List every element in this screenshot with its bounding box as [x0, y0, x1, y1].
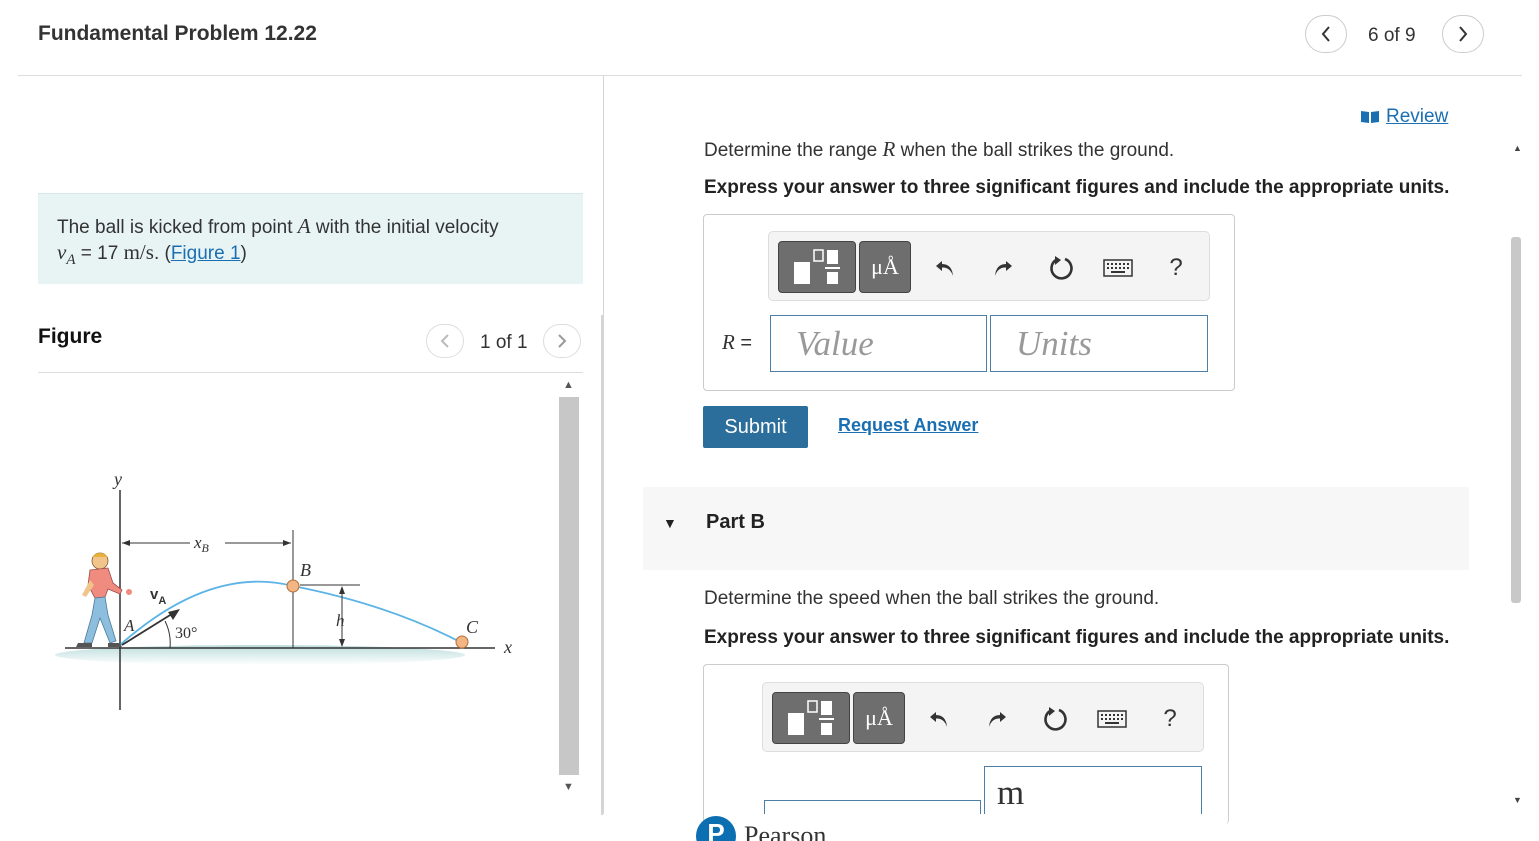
value-input[interactable]: Value	[770, 315, 987, 372]
undo-icon[interactable]	[921, 701, 957, 737]
angle-arc	[164, 620, 171, 649]
book-icon	[1361, 111, 1379, 123]
velocity-label: vA	[150, 586, 166, 607]
figure-prev-button[interactable]	[426, 324, 464, 358]
reset-icon[interactable]	[1043, 250, 1079, 286]
intro-text: The ball is kicked from point	[57, 217, 293, 238]
part-b-value-input[interactable]	[764, 800, 981, 814]
velocity-subscript: A	[66, 251, 76, 268]
figure-scrollbar[interactable]: ▲ ▼	[558, 375, 580, 803]
angle-label: 30°	[175, 625, 197, 642]
templates-button[interactable]	[772, 692, 850, 744]
xb-arrow-left	[122, 540, 130, 546]
templates-button[interactable]	[778, 241, 856, 293]
velocity-unit: m/s	[123, 240, 154, 264]
pearson-logo: P	[696, 816, 736, 841]
pearson-footer: P Pearson	[696, 814, 896, 841]
point-c-label: C	[466, 617, 479, 637]
y-axis-label: y	[112, 469, 122, 489]
part-a-instruction: Express your answer to three significant…	[704, 177, 1450, 198]
units-input[interactable]: Units	[990, 315, 1208, 372]
page-title: Fundamental Problem 12.22	[38, 22, 317, 45]
point-a-symbol: A	[297, 214, 311, 238]
help-button[interactable]: ?	[1158, 250, 1194, 286]
figure-next-button[interactable]	[543, 324, 581, 358]
point-a-label: A	[123, 616, 135, 635]
figure-counter: 1 of 1	[480, 332, 528, 353]
figure-divider	[38, 372, 583, 373]
redo-icon[interactable]	[985, 250, 1021, 286]
equals-sign: =	[80, 243, 92, 264]
collapse-triangle-icon[interactable]: ▼	[663, 515, 677, 531]
pane-divider-handle[interactable]	[601, 315, 603, 815]
part-b-units-input[interactable]: m	[984, 766, 1202, 814]
undo-icon[interactable]	[927, 250, 963, 286]
chevron-right-icon	[558, 334, 567, 348]
punctuation-close: )	[240, 243, 247, 264]
main-scrollbar[interactable]: ▲ ▼	[1508, 137, 1526, 813]
header-bar: Fundamental Problem 12.22 6 of 9	[18, 0, 1522, 76]
review-link[interactable]: Review	[1360, 106, 1448, 128]
review-label[interactable]: Review	[1386, 106, 1448, 128]
part-b-instruction: Express your answer to three significant…	[704, 627, 1450, 648]
scroll-down-icon[interactable]: ▼	[1513, 795, 1522, 805]
point-b-label: B	[300, 560, 311, 580]
answer-label-eq: =	[740, 332, 753, 354]
part-b-math-toolbar: μÅ ?	[762, 682, 1204, 752]
keyboard-icon[interactable]	[1100, 250, 1136, 286]
reset-icon[interactable]	[1037, 701, 1073, 737]
templates-icon	[794, 249, 840, 284]
submit-button[interactable]: Submit	[703, 406, 808, 448]
part-b-label: Part B	[706, 511, 765, 533]
pearson-brand: Pearson	[744, 821, 827, 841]
xb-label: xB	[193, 533, 210, 555]
figure-heading: Figure	[38, 325, 103, 348]
scroll-down-icon[interactable]: ▼	[563, 781, 574, 793]
previous-problem-button[interactable]	[1305, 15, 1347, 53]
x-axis-label: x	[503, 637, 512, 657]
range-variable: R	[882, 137, 896, 161]
h-label: h	[336, 611, 345, 630]
part-a-math-toolbar: μÅ ?	[768, 231, 1210, 301]
intro-text-middle: with the initial velocity	[315, 217, 499, 238]
main-scroll-thumb[interactable]	[1511, 237, 1521, 603]
pane-divider[interactable]	[603, 76, 604, 814]
redo-icon[interactable]	[979, 701, 1015, 737]
next-problem-button[interactable]	[1442, 15, 1484, 53]
chevron-left-icon	[440, 334, 449, 348]
velocity-symbol: v	[57, 240, 67, 264]
chevron-left-icon	[1321, 26, 1330, 42]
point-c	[455, 635, 469, 649]
scroll-up-icon[interactable]: ▲	[563, 379, 574, 391]
projectile-figure: y x xB h B C vA 30° A	[55, 469, 512, 710]
question-text-end: when the ball strikes the ground.	[900, 140, 1175, 161]
answer-label: R =	[722, 330, 752, 355]
templates-icon	[788, 700, 834, 735]
part-b-header[interactable]: ▼ Part B	[643, 487, 1469, 570]
units-symbols-button[interactable]: μÅ	[853, 692, 905, 744]
point-b	[286, 579, 300, 593]
xb-arrow-right	[283, 540, 291, 546]
answer-label-var: R	[722, 330, 735, 354]
velocity-arrowhead	[168, 609, 180, 620]
problem-statement: The ball is kicked from point A with the…	[38, 193, 583, 284]
velocity-value: 17	[97, 243, 119, 264]
figure-scroll-thumb[interactable]	[559, 397, 579, 775]
keyboard-icon[interactable]	[1094, 701, 1130, 737]
request-answer-link[interactable]: Request Answer	[838, 415, 978, 436]
h-arrow-top	[339, 586, 345, 594]
scroll-up-icon[interactable]: ▲	[1513, 143, 1522, 153]
part-a-question: Determine the range R when the ball stri…	[704, 137, 1174, 162]
chevron-right-icon	[1459, 26, 1468, 42]
part-b-question: Determine the speed when the ball strike…	[704, 588, 1160, 609]
punctuation: . (	[153, 243, 171, 264]
units-symbols-button[interactable]: μÅ	[859, 241, 911, 293]
figure-link[interactable]: Figure 1	[171, 243, 241, 264]
help-button[interactable]: ?	[1152, 701, 1188, 737]
question-text: Determine the range	[704, 140, 878, 161]
problem-counter: 6 of 9	[1368, 25, 1416, 46]
